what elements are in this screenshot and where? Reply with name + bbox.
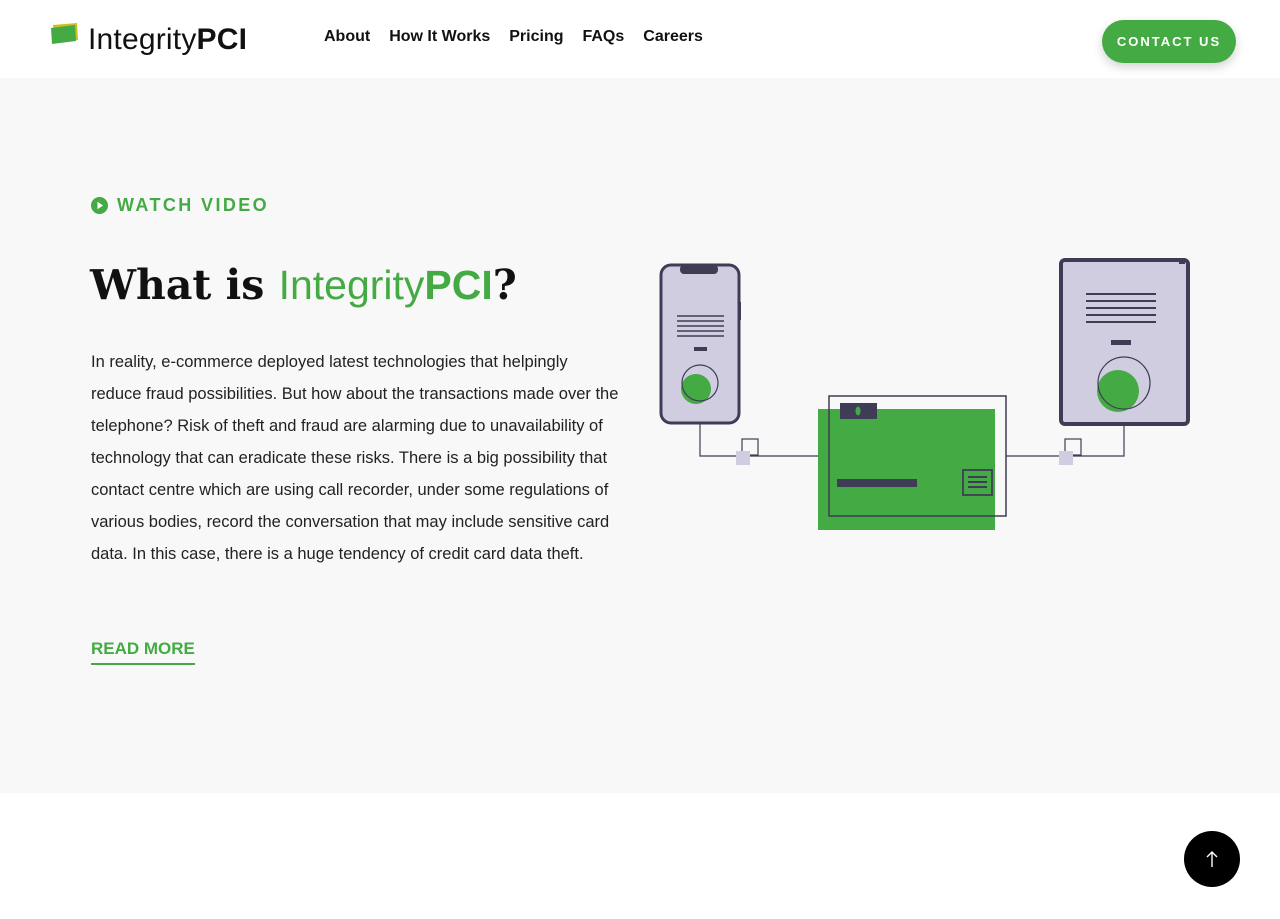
- arrow-up-icon: [1206, 851, 1218, 867]
- section-paragraph: In reality, e-commerce deployed latest t…: [91, 353, 619, 563]
- contact-us-button[interactable]: CONTACT US: [1102, 20, 1236, 63]
- nav-careers[interactable]: Careers: [643, 27, 703, 47]
- card-logo-icon: [51, 23, 78, 44]
- play-circle-icon: [91, 197, 108, 214]
- phone-graphic: [659, 263, 741, 425]
- title-prefix: What is: [90, 261, 279, 309]
- site-header: IntegrityPCI About How It Works Pricing …: [0, 0, 1280, 78]
- main-nav: About How It Works Pricing FAQs Careers: [324, 27, 722, 47]
- watch-video-label: WATCH VIDEO: [117, 195, 270, 215]
- nav-faqs[interactable]: FAQs: [582, 27, 624, 47]
- logo[interactable]: IntegrityPCI: [50, 20, 247, 60]
- nav-about[interactable]: About: [324, 27, 370, 47]
- tablet-graphic: [1059, 258, 1190, 426]
- phone-card-tablet-illustration: [659, 258, 1190, 530]
- logo-text: IntegrityPCI: [88, 23, 247, 57]
- scroll-to-top-button[interactable]: [1184, 831, 1240, 887]
- title-brand-bold: PCI: [424, 262, 493, 308]
- logo-text-bold: PCI: [196, 23, 248, 56]
- title-suffix: ?: [492, 261, 517, 309]
- title-brand-light: Integrity: [278, 262, 425, 308]
- nav-pricing[interactable]: Pricing: [509, 27, 563, 47]
- credit-card-graphic: [818, 395, 1007, 530]
- watch-video-link[interactable]: WATCH VIDEO: [91, 195, 269, 216]
- section-title: What is IntegrityPCI?: [90, 258, 517, 312]
- nav-how-it-works[interactable]: How It Works: [389, 27, 490, 47]
- logo-text-light: Integrity: [88, 23, 197, 56]
- read-more-link[interactable]: READ MORE: [91, 639, 195, 665]
